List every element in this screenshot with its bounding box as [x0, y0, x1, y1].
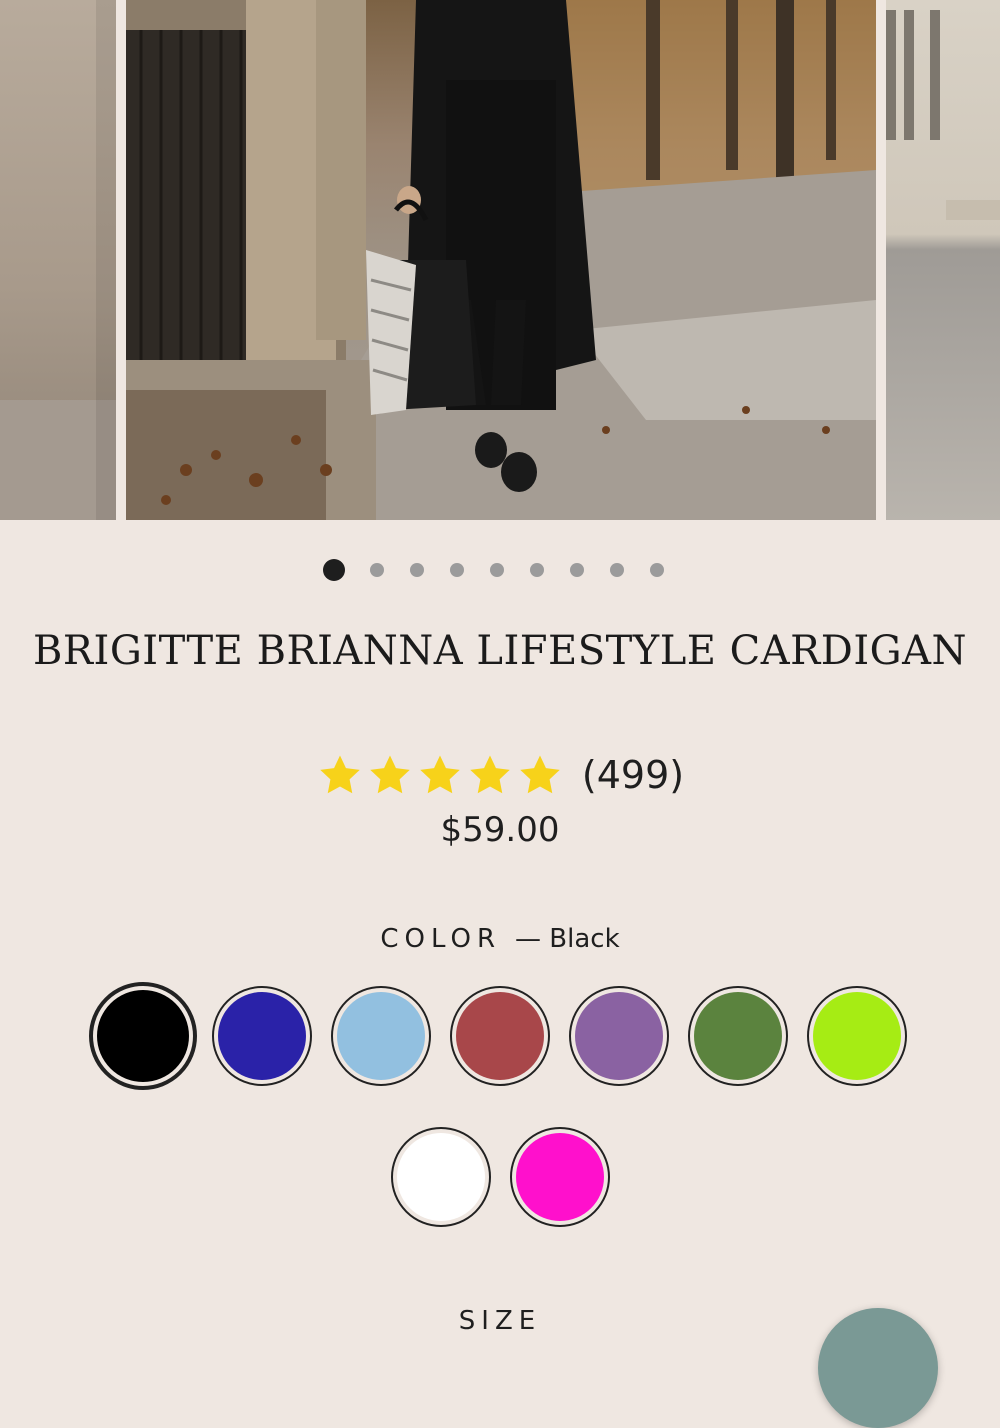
swatch-fill: [337, 992, 425, 1080]
carousel-dot[interactable]: [570, 563, 584, 577]
color-swatch-brick-red[interactable]: [450, 986, 550, 1086]
swatch-fill: [694, 992, 782, 1080]
selected-color-name: — Black: [515, 924, 620, 954]
rating-stars: [316, 752, 566, 798]
product-title: BRIGITTE BRIANNA LIFESTYLE CARDIGAN: [33, 628, 967, 674]
carousel-dot[interactable]: [490, 563, 504, 577]
carousel-dot[interactable]: [610, 563, 624, 577]
carousel-dot[interactable]: [450, 563, 464, 577]
color-swatch-white[interactable]: [390, 1127, 491, 1227]
previous-slide-image[interactable]: [0, 0, 116, 520]
swatch-fill: [575, 992, 663, 1080]
color-swatch-green[interactable]: [688, 986, 788, 1086]
star-icon: [320, 755, 360, 794]
color-swatch-light-blue[interactable]: [331, 986, 431, 1086]
carousel-dot[interactable]: [650, 563, 664, 577]
swatch-fill: [813, 992, 901, 1080]
color-heading: COLOR — Black: [0, 924, 1000, 954]
carousel-dot[interactable]: [370, 563, 384, 577]
swatch-fill: [218, 992, 306, 1080]
carousel-dot[interactable]: [323, 559, 345, 581]
star-icon: [370, 755, 410, 794]
model-photo: [126, 0, 876, 520]
carousel-dot[interactable]: [530, 563, 544, 577]
star-icon: [520, 755, 560, 794]
swatch-fill: [456, 992, 544, 1080]
product-price: $59.00: [440, 810, 560, 850]
swatch-fill: [515, 1133, 604, 1221]
color-swatch-magenta[interactable]: [509, 1127, 610, 1227]
swatch-fill: [396, 1133, 485, 1221]
next-slide-image[interactable]: [886, 0, 1000, 520]
product-image-carousel[interactable]: [0, 0, 1000, 520]
star-icon: [470, 755, 510, 794]
color-swatch-black[interactable]: [89, 982, 197, 1090]
color-swatch-lime[interactable]: [807, 986, 907, 1086]
star-icon: [420, 755, 460, 794]
color-swatch-purple[interactable]: [569, 986, 669, 1086]
carousel-dot[interactable]: [410, 563, 424, 577]
product-main-image[interactable]: [126, 0, 876, 520]
review-count[interactable]: (499): [582, 753, 684, 797]
swatch-fill: [97, 990, 189, 1082]
product-rating[interactable]: (499): [0, 750, 1000, 800]
carousel-pagination: [0, 558, 1000, 582]
color-label: COLOR: [380, 924, 502, 954]
chat-bubble-icon[interactable]: [818, 1308, 938, 1428]
color-swatch-royal-blue[interactable]: [212, 986, 312, 1086]
